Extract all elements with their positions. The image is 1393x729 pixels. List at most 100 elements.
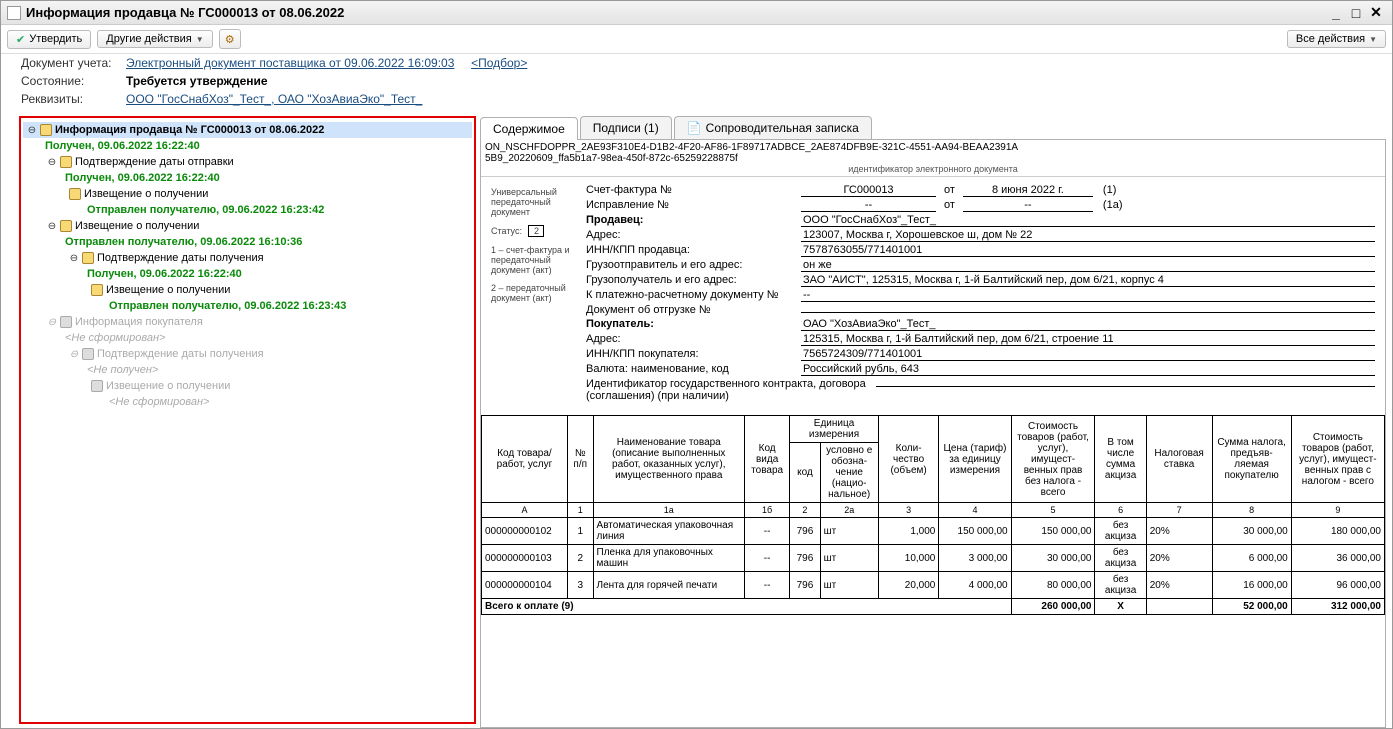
- col-num: 3: [878, 503, 939, 518]
- window-title: Информация продавца № ГС000013 от 08.06.…: [26, 5, 344, 20]
- tree-item[interactable]: ⊖ Подтверждение даты отправки: [23, 154, 472, 170]
- side-labels: Универсальный передаточный документ Стат…: [491, 183, 576, 403]
- table-row[interactable]: 0000000001032Пленка для упаковочных маши…: [482, 545, 1385, 572]
- total-grand: 312 000,00: [1291, 599, 1384, 615]
- state-value: Требуется утверждение: [126, 74, 268, 88]
- tab-content[interactable]: Содержимое: [480, 117, 578, 140]
- tree-item[interactable]: ⊖ Подтверждение даты получения: [23, 250, 472, 266]
- baddr-label: Адрес:: [586, 333, 801, 345]
- tree-item-label: Подтверждение даты получения: [97, 348, 264, 360]
- other-actions-label: Другие действия: [106, 33, 191, 45]
- doc-icon: [82, 252, 94, 264]
- th-unit: Единица измерения: [790, 416, 879, 443]
- req-link[interactable]: ООО "ГосСнабХоз"_Тест_, ОАО "ХозАвиаЭко"…: [126, 92, 422, 106]
- collapse-icon[interactable]: ⊖: [69, 253, 79, 264]
- note-icon: 📄: [687, 121, 702, 135]
- tree-item[interactable]: ⊖ Извещение о получении: [23, 218, 472, 234]
- col-num: 2а: [820, 503, 878, 518]
- close-button[interactable]: ✕: [1366, 4, 1386, 21]
- shipdoc-val: [801, 312, 1375, 313]
- doc-id-caption: идентификатор электронного документа: [485, 164, 1381, 174]
- doc-id-line1: ON_NSCHFDOPPR_2AE93F310E4-D1B2-4F20-AF86…: [485, 142, 1381, 153]
- other-actions-button[interactable]: Другие действия ▼: [97, 30, 212, 48]
- th-qty: Коли-чество (объем): [878, 416, 939, 503]
- th-excise: В том числе сумма акциза: [1095, 416, 1146, 503]
- table-row[interactable]: 0000000001043Лента для горячей печати--7…: [482, 572, 1385, 599]
- isp-tail: (1а): [1093, 199, 1123, 211]
- approve-label: Утвердить: [29, 33, 82, 45]
- chevron-down-icon: ▼: [196, 35, 204, 44]
- all-actions-button[interactable]: Все действия ▼: [1287, 30, 1386, 48]
- th-unit-code: код: [790, 443, 820, 503]
- tree-item-label: Извещение о получении: [75, 220, 199, 232]
- col-num: 6: [1095, 503, 1146, 518]
- paydoc-val: --: [801, 289, 1375, 302]
- col-num: 2: [790, 503, 820, 518]
- total-label: Всего к оплате (9): [482, 599, 1012, 615]
- th-rate: Налоговая ставка: [1146, 416, 1212, 503]
- seller-label: Продавец:: [586, 214, 801, 226]
- doc-icon: [60, 316, 72, 328]
- tab-note[interactable]: 📄 Сопроводительная записка: [674, 116, 872, 139]
- tree-item-status: Отправлен получателю, 09.06.2022 16:10:3…: [47, 236, 302, 248]
- doc-icon: [82, 348, 94, 360]
- consignee-val: ЗАО "АИСТ", 125315, Москва г, 1-й Балтий…: [801, 274, 1375, 287]
- table-row[interactable]: 0000000001021Автоматическая упаковочная …: [482, 518, 1385, 545]
- isp-date: --: [963, 199, 1093, 212]
- tab-label: Подписи (1): [593, 121, 659, 135]
- tab-label: Содержимое: [493, 122, 565, 136]
- tree-item-label: Извещение о получении: [84, 188, 208, 200]
- col-num: А: [482, 503, 568, 518]
- buyer-val: ОАО "ХозАвиаЭко"_Тест_: [801, 318, 1375, 331]
- collapse-icon[interactable]: ⊖: [47, 221, 57, 232]
- tree-root[interactable]: ⊖ Информация продавца № ГС000013 от 08.0…: [23, 122, 472, 138]
- tree-item-status: Получен, 09.06.2022 16:22:40: [47, 172, 220, 184]
- tool-icon-button[interactable]: ⚙: [219, 29, 241, 49]
- th-total: Стоимость товаров (работ, услуг), имущес…: [1291, 416, 1384, 503]
- tree-item-status: Отправлен получателю, 09.06.2022 16:23:4…: [91, 300, 346, 312]
- isp-label: Исправление №: [586, 199, 801, 211]
- doc-id-line2: 5B9_20220609_ffa5b1a7-98ea-450f-872c-652…: [485, 153, 1381, 164]
- total-tax: 52 000,00: [1212, 599, 1291, 615]
- shipper-val: он же: [801, 259, 1375, 272]
- tree-item-label: Подтверждение даты отправки: [75, 156, 234, 168]
- tree-item-label: Извещение о получении: [106, 380, 230, 392]
- sf-tail: (1): [1093, 184, 1116, 196]
- doc-uchet-label: Документ учета:: [21, 56, 116, 70]
- total-x: X: [1095, 599, 1146, 615]
- col-num: 9: [1291, 503, 1384, 518]
- items-table: Код товара/ работ, услуг № п/п Наименова…: [481, 415, 1385, 615]
- sf-date: 8 июня 2022 г.: [963, 184, 1093, 197]
- tree-item-status: <Не сформирован>: [91, 396, 209, 408]
- col-num: 8: [1212, 503, 1291, 518]
- tree-item-disabled: ⊖ Информация покупателя: [23, 314, 472, 330]
- sf-ot: от: [936, 184, 963, 196]
- tab-signs[interactable]: Подписи (1): [580, 116, 672, 139]
- tab-label: Сопроводительная записка: [706, 121, 859, 135]
- gov-val: [876, 386, 1375, 387]
- collapse-icon[interactable]: ⊖: [27, 125, 37, 136]
- approve-button[interactable]: ✔ Утвердить: [7, 30, 91, 49]
- tree-item[interactable]: Извещение о получении: [23, 282, 472, 298]
- tree-item-label: Подтверждение даты получения: [97, 252, 264, 264]
- status-value: 2: [528, 225, 544, 237]
- maximize-button[interactable]: □: [1346, 5, 1366, 21]
- titlebar: Информация продавца № ГС000013 от 08.06.…: [1, 1, 1392, 25]
- th-kind: Код вида товара: [744, 416, 789, 503]
- doc-view[interactable]: ON_NSCHFDOPPR_2AE93F310E4-D1B2-4F20-AF86…: [480, 140, 1386, 728]
- collapse-icon[interactable]: ⊖: [47, 157, 57, 168]
- innkpp-s-val: 7578763055/771401001: [801, 244, 1375, 257]
- podbor-link[interactable]: <Подбор>: [471, 56, 527, 70]
- doc-uchet-link[interactable]: Электронный документ поставщика от 09.06…: [126, 56, 454, 70]
- innkpp-b-val: 7565724309/771401001: [801, 348, 1375, 361]
- cur-val: Российский рубль, 643: [801, 363, 1375, 376]
- tree-item[interactable]: Извещение о получении: [23, 186, 472, 202]
- minimize-button[interactable]: _: [1326, 5, 1346, 21]
- doc-icon: [40, 124, 52, 136]
- doc-icon: [60, 220, 72, 232]
- addr-val: 123007, Москва г, Хорошевское ш, дом № 2…: [801, 229, 1375, 242]
- innkpp-s-label: ИНН/КПП продавца:: [586, 244, 801, 256]
- meta-doc-row: Документ учета: Электронный документ пос…: [1, 54, 1392, 72]
- cur-label: Валюта: наименование, код: [586, 363, 801, 375]
- tree-item-status: Отправлен получателю, 09.06.2022 16:23:4…: [69, 204, 324, 216]
